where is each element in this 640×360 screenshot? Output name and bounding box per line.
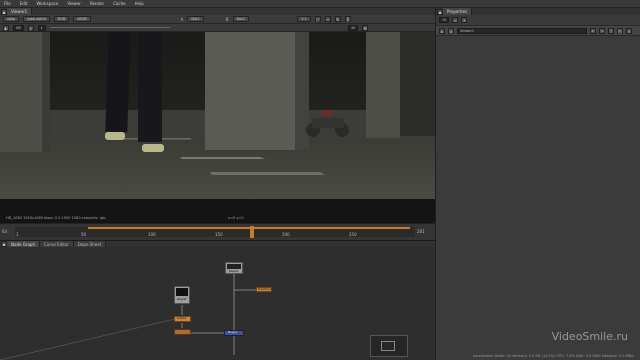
gain-icon[interactable]: ◐ [3,24,9,31]
tick-label: 100 [148,232,156,237]
redo-icon[interactable]: ↷ [599,27,605,34]
menu-workspace[interactable]: Workspace [36,1,58,6]
close-panel-icon[interactable]: × [626,27,632,34]
node-read-left[interactable]: Read2 [174,286,190,304]
node-read-small[interactable] [174,329,191,335]
properties-pane: ▪ Properties 10 ▫ × ▸ ◎ Viewer1 ↶ ↷ ? ◰ … [435,8,640,360]
refresh-icon[interactable]: ↻ [334,16,341,22]
gamma-icon[interactable]: γ [27,24,34,31]
status-bar: Localization Mode: On Memory: 3.4 GB (14… [472,354,634,358]
menu-help[interactable]: Help [135,1,144,6]
tick-label: 200 [282,232,290,237]
node-label: Read1 [229,269,239,273]
menu-cache[interactable]: Cache [113,1,125,6]
proxy-dropdown[interactable]: sRGB [73,16,91,22]
lock-properties-icon[interactable]: ▫ [452,17,459,23]
input-b-label: B [225,16,229,22]
zoom-dropdown[interactable]: 1:1 [297,16,311,22]
roi-icon[interactable]: ◻ [314,16,321,22]
node-label: Transform1 [258,288,273,291]
timeline-in-out-range[interactable] [88,227,410,229]
alpha-channel-dropdown[interactable]: rgba.alpha [22,16,50,22]
help-icon[interactable]: ? [608,27,614,34]
node-label: Read2 [177,297,187,301]
frame-field[interactable]: 30 [347,24,359,31]
cursor-coords: x=0 y=0 [228,216,244,220]
menu-file[interactable]: File [4,1,11,6]
viewer-pane: ▪ Viewer1 rgba rgba.alpha RGB sRGB A Dot… [0,8,435,248]
node-read-top[interactable]: Read1 [225,262,243,274]
node-thumbnail [176,288,188,296]
gamma-field[interactable]: 1 [37,24,46,31]
menu-edit[interactable]: Edit [20,1,28,6]
channels-dropdown[interactable]: rgba [3,16,19,22]
menu-render[interactable]: Render [90,1,104,6]
node-transform[interactable]: Transform1 [256,287,272,292]
viewer-info-bar: HD_1080 1920x1080 bbox: 0 0 1920 1080 ch… [0,199,435,223]
tab-properties[interactable]: Properties [443,8,473,15]
properties-body [436,36,640,360]
pause-icon[interactable]: ‖ [344,16,351,22]
playhead[interactable] [250,226,254,238]
watermark: VideoSmile.ru [551,330,628,343]
node-merge[interactable]: Merge1 [224,330,244,336]
menu-bar: File Edit Workspace Viewer Render Cache … [0,0,640,8]
menu-viewer[interactable]: Viewer [67,1,81,6]
properties-header: 10 ▫ × [436,15,640,25]
minimap-viewport[interactable] [381,341,395,351]
colorspace-dropdown[interactable]: RGB [53,16,70,22]
lock-icon[interactable]: ▫ [324,16,331,22]
tick-label: 1 [16,232,19,237]
node-label: Merge1 [228,331,238,334]
properties-tab-bar: ▪ Properties [436,8,640,15]
node-grade[interactable]: Grade1 [174,316,191,322]
max-panels-field[interactable]: 10 [439,17,450,23]
viewer-image[interactable] [0,32,435,199]
viewer-toolbar-top: rgba rgba.alpha RGB sRGB A Dot1 B Dot1 1… [0,15,435,24]
input-b-dropdown[interactable]: Dot1 [232,16,250,22]
float-panel-icon[interactable]: ◰ [617,27,623,34]
viewer-tab-bar: ▪ Viewer1 [0,8,435,15]
panel-name-field[interactable]: Viewer1 [457,27,587,34]
parking-garage-photo [0,32,435,199]
viewer-settings-icon[interactable]: ⚙ [362,24,369,31]
clear-properties-icon[interactable]: × [461,17,468,23]
center-node-icon[interactable]: ◎ [448,27,454,34]
tick-label: 250 [349,232,357,237]
viewer-toolbar-bottom: ◐ f/8 γ 1 30 ⚙ [0,24,435,32]
gain-slider[interactable] [49,27,170,28]
tick-label: 50 [81,232,87,237]
timeline-end-frame[interactable]: 281 [417,229,425,234]
gain-field[interactable]: f/8 [13,24,24,31]
undo-icon[interactable]: ↶ [590,27,596,34]
format-info: HD_1080 1920x1080 bbox: 0 0 1920 1080 ch… [6,216,106,220]
timeline-start-frame[interactable]: 64 [2,229,7,234]
node-icon[interactable]: ▸ [439,27,445,34]
node-graph-canvas[interactable]: Read1 Read2 Transform1 Grade1 Merge1 [0,247,435,360]
tick-label: 150 [215,232,223,237]
input-a-label: A [180,16,184,22]
viewer1-panel-header: ▸ ◎ Viewer1 ↶ ↷ ? ◰ × [436,25,640,36]
input-a-dropdown[interactable]: Dot1 [187,16,204,22]
nodegraph-tab-bar: ▪ Node Graph Curve Editor Dope Sheet [0,240,435,248]
node-label: Grade1 [177,317,187,320]
tab-viewer1[interactable]: Viewer1 [7,8,33,15]
